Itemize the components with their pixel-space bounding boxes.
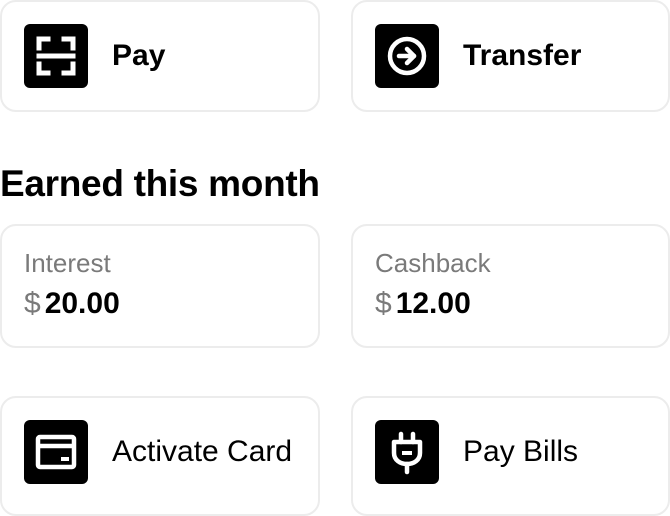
scan-icon: [24, 24, 88, 88]
currency-symbol: $: [375, 287, 392, 320]
card-icon: [24, 420, 88, 484]
transfer-button[interactable]: Transfer: [351, 0, 670, 112]
interest-label: Interest: [24, 248, 111, 278]
earned-section-title: Earned this month: [0, 163, 320, 204]
cashback-amount: $12.00: [375, 286, 471, 322]
interest-card: Interest $20.00: [0, 224, 320, 348]
pay-label: Pay: [112, 39, 166, 72]
plug-icon: [375, 420, 439, 484]
pay-bills-label: Pay Bills: [463, 435, 579, 468]
cashback-value: 12.00: [395, 287, 471, 320]
pay-bills-button[interactable]: Pay Bills: [351, 396, 670, 516]
pay-button[interactable]: Pay: [0, 0, 320, 112]
arrow-circle-right-icon: [375, 24, 439, 88]
interest-amount: $20.00: [24, 286, 120, 322]
cashback-label: Cashback: [375, 248, 491, 278]
currency-symbol: $: [24, 287, 41, 320]
activate-card-button[interactable]: Activate Card: [0, 396, 320, 516]
cashback-card: Cashback $12.00: [351, 224, 670, 348]
interest-value: 20.00: [44, 287, 120, 320]
transfer-label: Transfer: [463, 39, 582, 72]
activate-card-label: Activate Card: [112, 435, 293, 468]
